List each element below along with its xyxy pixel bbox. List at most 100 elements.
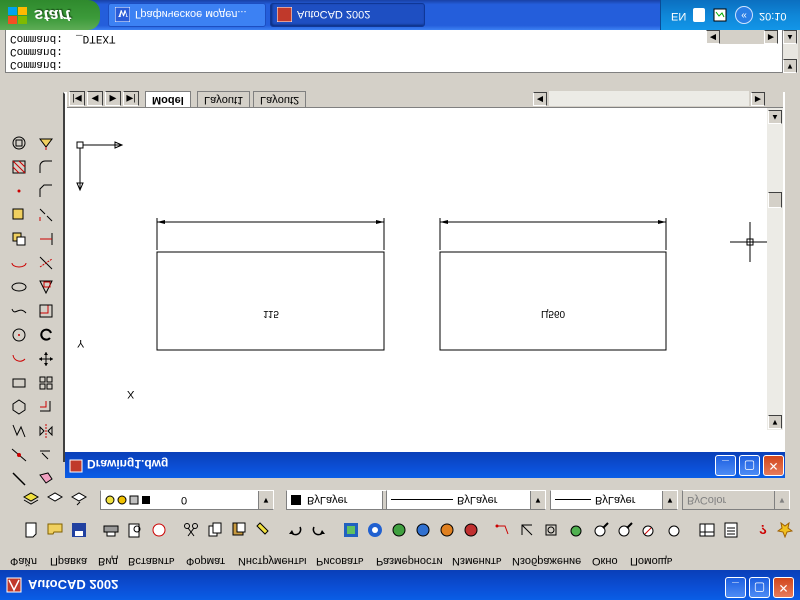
tab-last-icon[interactable]: ▶| bbox=[123, 91, 139, 106]
menu-tools[interactable]: Инструменты bbox=[238, 555, 307, 567]
menu-window[interactable]: Окно bbox=[592, 555, 618, 567]
erase-icon[interactable] bbox=[35, 468, 57, 490]
menu-file[interactable]: Файл bbox=[10, 555, 37, 567]
extend-icon[interactable] bbox=[35, 228, 57, 250]
meet-now-icon[interactable] bbox=[388, 519, 410, 541]
redo-icon[interactable] bbox=[308, 519, 330, 541]
hscroll-right-icon[interactable]: ▶ bbox=[751, 92, 765, 106]
language-indicator[interactable]: EN bbox=[671, 10, 686, 22]
menu-format[interactable]: Формат bbox=[186, 555, 225, 567]
today-icon[interactable] bbox=[364, 519, 386, 541]
menu-edit[interactable]: Правка bbox=[50, 555, 87, 567]
chevron-down-icon[interactable]: ▼ bbox=[530, 491, 545, 509]
linetype-dropdown[interactable]: ByLayer ▼ bbox=[386, 490, 546, 510]
plotstyle-dropdown[interactable]: ByColor ▼ bbox=[682, 490, 790, 510]
vscroll-down-icon[interactable]: ▼ bbox=[768, 415, 782, 429]
line-icon[interactable] bbox=[8, 468, 30, 490]
point-icon[interactable] bbox=[8, 180, 30, 202]
undo-icon[interactable] bbox=[284, 519, 306, 541]
tab-first-icon[interactable]: |◀ bbox=[69, 91, 85, 106]
color-dropdown[interactable]: ByLayer ▼ bbox=[286, 490, 398, 510]
ellipse-icon[interactable] bbox=[8, 276, 30, 298]
drawing-minimize-button[interactable]: _ bbox=[715, 455, 736, 476]
tab-layout1[interactable]: Layout1 bbox=[197, 91, 251, 107]
menu-image[interactable]: Изображение bbox=[512, 555, 581, 567]
stretch-icon[interactable] bbox=[35, 276, 57, 298]
trim-icon[interactable] bbox=[35, 252, 57, 274]
rotate-icon[interactable] bbox=[35, 324, 57, 346]
menu-insert[interactable]: Вставить bbox=[128, 555, 175, 567]
region-icon[interactable] bbox=[8, 132, 30, 154]
arc-icon[interactable] bbox=[8, 348, 30, 370]
circle-icon[interactable] bbox=[8, 324, 30, 346]
fillet-icon[interactable] bbox=[35, 156, 57, 178]
construction-line-icon[interactable] bbox=[8, 444, 30, 466]
hscroll-left-icon[interactable]: ◀ bbox=[533, 92, 547, 106]
maximize-button[interactable]: ▢ bbox=[749, 577, 770, 598]
taskbar-item-word[interactable]: W Графическое модел... bbox=[108, 3, 266, 27]
chevron-down-icon[interactable]: ▼ bbox=[783, 59, 797, 73]
menu-draw[interactable]: Рисовать bbox=[316, 555, 364, 567]
cut-icon[interactable] bbox=[180, 519, 202, 541]
network-icon[interactable] bbox=[713, 8, 727, 22]
menu-view[interactable]: Вид bbox=[98, 555, 118, 567]
tray-expand-icon[interactable]: « bbox=[735, 6, 753, 24]
new-file-icon[interactable] bbox=[20, 519, 42, 541]
offset-icon[interactable] bbox=[35, 396, 57, 418]
web-browse-icon[interactable] bbox=[436, 519, 458, 541]
match-properties-icon[interactable] bbox=[252, 519, 274, 541]
tab-prev-icon[interactable]: ◀ bbox=[87, 91, 103, 106]
zoom-previous-icon[interactable] bbox=[566, 519, 588, 541]
make-object-layer-current-icon[interactable] bbox=[68, 488, 90, 510]
print-icon[interactable] bbox=[100, 519, 122, 541]
save-icon[interactable] bbox=[68, 519, 90, 541]
drawing-canvas[interactable]: 115 Ц560 X Y bbox=[67, 108, 767, 430]
scale-icon[interactable] bbox=[35, 300, 57, 322]
menu-help[interactable]: Помощь bbox=[630, 555, 673, 567]
design-center-icon[interactable] bbox=[696, 519, 718, 541]
zoom-realtime-icon[interactable] bbox=[516, 519, 538, 541]
whats-new-icon[interactable] bbox=[774, 519, 796, 541]
publish-dwf-icon[interactable] bbox=[148, 519, 170, 541]
horizontal-scrollbar[interactable] bbox=[549, 91, 749, 106]
print-preview-icon[interactable] bbox=[124, 519, 146, 541]
paste-icon[interactable] bbox=[228, 519, 250, 541]
minimize-button[interactable]: _ bbox=[725, 577, 746, 598]
hatch-icon[interactable] bbox=[8, 156, 30, 178]
copy-object-icon[interactable] bbox=[35, 444, 57, 466]
named-views-icon[interactable] bbox=[614, 519, 636, 541]
tool-palettes-icon[interactable] bbox=[720, 519, 742, 541]
drawing-close-button[interactable]: ✕ bbox=[763, 455, 784, 476]
drawing-maximize-button[interactable]: ▢ bbox=[739, 455, 760, 476]
explode-icon[interactable] bbox=[35, 132, 57, 154]
tab-layout2[interactable]: Layout2 bbox=[253, 91, 307, 107]
start-button[interactable]: start bbox=[0, 0, 100, 30]
tab-next-icon[interactable]: ▶ bbox=[105, 91, 121, 106]
pan-realtime-icon[interactable] bbox=[492, 519, 514, 541]
rectangle-icon[interactable] bbox=[8, 372, 30, 394]
volume-icon[interactable] bbox=[693, 8, 705, 22]
lineweight-dropdown[interactable]: ByLayer ▼ bbox=[550, 490, 678, 510]
chevron-down-icon[interactable]: ▼ bbox=[662, 491, 677, 509]
chamfer-icon[interactable] bbox=[35, 180, 57, 202]
menu-modify[interactable]: Изменить bbox=[452, 555, 502, 567]
close-button[interactable]: ✕ bbox=[773, 577, 794, 598]
make-block-icon[interactable] bbox=[8, 204, 30, 226]
move-icon[interactable] bbox=[35, 348, 57, 370]
help-icon[interactable]: ? bbox=[752, 519, 774, 541]
properties-icon[interactable] bbox=[638, 519, 660, 541]
layer-dropdown[interactable]: 0 ▼ bbox=[100, 490, 274, 510]
tab-model[interactable]: Model bbox=[145, 91, 191, 107]
command-vscroll[interactable]: ▼ ▲ bbox=[783, 29, 798, 73]
command-window[interactable]: Command: _DTEXT Command: Command: ◀ ▶ bbox=[5, 29, 783, 73]
vertical-scrollbar[interactable]: ▼ ▲ bbox=[767, 108, 783, 430]
copy-icon[interactable] bbox=[204, 519, 226, 541]
array-icon[interactable] bbox=[35, 372, 57, 394]
menu-dimension[interactable]: Размерности bbox=[376, 555, 443, 567]
polygon-icon[interactable] bbox=[8, 396, 30, 418]
chevron-left-icon[interactable]: ◀ bbox=[706, 30, 720, 44]
vscroll-thumb[interactable] bbox=[768, 192, 782, 208]
chevron-up-icon[interactable]: ▲ bbox=[783, 30, 797, 44]
chevron-down-icon[interactable]: ▼ bbox=[774, 491, 789, 509]
insert-block-icon[interactable] bbox=[8, 228, 30, 250]
